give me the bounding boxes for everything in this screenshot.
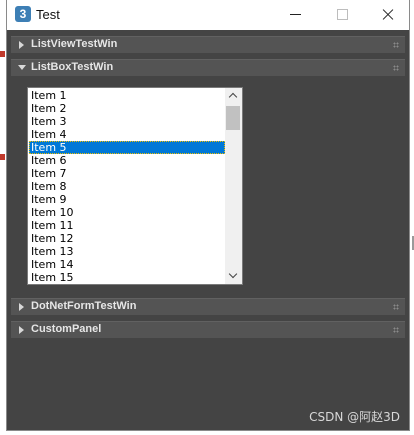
list-item[interactable]: Item 7 xyxy=(29,167,225,180)
window-title: Test xyxy=(36,7,60,22)
test-window: 3 Test ListViewTestWin ListBoxTestWin It… xyxy=(6,0,410,431)
list-item[interactable]: Item 6 xyxy=(29,154,225,167)
list-item[interactable]: Item 2 xyxy=(29,102,225,115)
list-item[interactable]: Item 1 xyxy=(29,89,225,102)
expand-arrow-icon xyxy=(19,303,24,311)
drag-grip-icon[interactable] xyxy=(393,42,399,48)
drag-grip-icon[interactable] xyxy=(393,327,399,333)
item-listbox[interactable]: Item 1 Item 2 Item 3 Item 4 Item 5 Item 6 Item… xyxy=(27,87,243,285)
rollout-title: CustomPanel xyxy=(31,323,102,335)
rollout-dotnetformtestwin[interactable]: DotNetFormTestWin xyxy=(11,298,405,315)
list-item[interactable]: Item 3 xyxy=(29,115,225,128)
drag-grip-icon[interactable] xyxy=(393,65,399,71)
expand-arrow-icon xyxy=(19,326,24,334)
vertical-scrollbar[interactable] xyxy=(225,88,242,284)
rollout-title: ListViewTestWin xyxy=(31,38,118,50)
list-item[interactable]: Item 4 xyxy=(29,128,225,141)
title-bar[interactable]: 3 Test xyxy=(7,0,409,30)
list-item[interactable]: Item 8 xyxy=(29,180,225,193)
list-item[interactable]: Item 10 xyxy=(29,206,225,219)
background-window-marker xyxy=(0,51,5,57)
minimize-button[interactable] xyxy=(273,0,319,30)
scroll-thumb[interactable] xyxy=(226,106,240,130)
rollout-custompanel[interactable]: CustomPanel xyxy=(11,321,405,338)
rollout-title: ListBoxTestWin xyxy=(31,61,114,73)
list-item[interactable]: Item 15 xyxy=(29,271,225,284)
watermark-text: CSDN @阿赵3D xyxy=(309,410,400,424)
list-item[interactable]: Item 12 xyxy=(29,232,225,245)
list-item[interactable]: Item 11 xyxy=(29,219,225,232)
maximize-button[interactable] xyxy=(319,0,365,30)
background-window-marker xyxy=(0,154,5,160)
list-item[interactable]: Item 13 xyxy=(29,245,225,258)
rollout-container: ListViewTestWin ListBoxTestWin Item 1 Ite… xyxy=(7,30,409,430)
rollout-title: DotNetFormTestWin xyxy=(31,300,137,312)
3dsmax-icon: 3 xyxy=(15,6,31,22)
list-item[interactable]: Item 14 xyxy=(29,258,225,271)
scroll-up-icon[interactable] xyxy=(225,88,242,105)
list-item[interactable]: Item 9 xyxy=(29,193,225,206)
scroll-down-icon[interactable] xyxy=(225,267,242,284)
collapse-arrow-icon xyxy=(18,65,26,70)
drag-grip-icon[interactable] xyxy=(393,304,399,310)
rollout-listviewtestwin[interactable]: ListViewTestWin xyxy=(11,36,405,53)
listbox-items: Item 1 Item 2 Item 3 Item 4 Item 5 Item 6 Item… xyxy=(29,89,225,284)
expand-arrow-icon xyxy=(19,41,24,49)
list-item[interactable]: Item 5 xyxy=(29,141,225,154)
rollout-listboxtestwin[interactable]: ListBoxTestWin xyxy=(11,59,405,76)
close-button[interactable] xyxy=(365,0,411,30)
